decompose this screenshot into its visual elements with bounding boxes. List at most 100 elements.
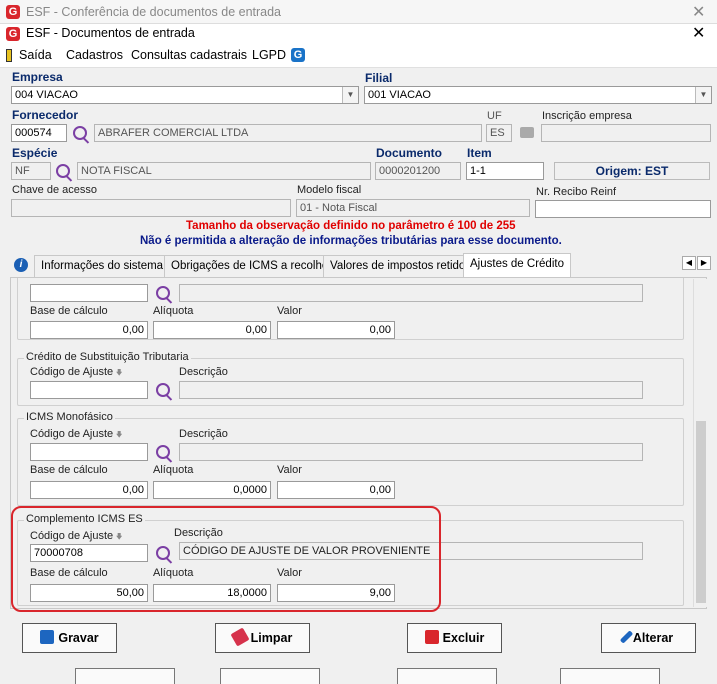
window-title-bar: G ESF - Documentos de entrada ✕ — [0, 24, 717, 44]
chave-label: Chave de acesso — [12, 184, 97, 196]
observation-warning: Tamanho da observação definido no parâme… — [186, 220, 516, 232]
codigo-ajuste-label-mono: Código de Ajuste — [30, 428, 123, 440]
floppy-disk-icon — [40, 630, 55, 644]
empresa-select[interactable]: 004 VIACAO ▼ — [11, 86, 359, 104]
lgpd-logo-icon[interactable]: G — [291, 48, 305, 62]
alterar-button[interactable]: Alterar — [601, 623, 696, 653]
descricao-field-top — [179, 284, 643, 302]
descricao-field-st — [179, 381, 643, 399]
empresa-label: Empresa — [12, 70, 63, 84]
codigo-ajuste-label-text: Código de Ajuste — [30, 366, 114, 378]
valor-label-top: Valor — [277, 305, 302, 317]
search-icon[interactable] — [73, 126, 87, 140]
descricao-label-st: Descrição — [179, 366, 228, 378]
outer-title-bar: G ESF - Conferência de documentos de ent… — [0, 0, 717, 24]
limpar-button[interactable]: Limpar — [215, 623, 310, 653]
base-input-mono[interactable]: 0,00 — [30, 481, 148, 499]
limpar-label: Limpar — [250, 631, 293, 645]
highlight-box — [11, 506, 441, 612]
aliquota-input-top[interactable]: 0,00 — [153, 321, 271, 339]
documento-label: Documento — [376, 146, 442, 160]
exit-door-icon — [6, 49, 12, 62]
aliquota-label-top: Alíquota — [153, 305, 194, 317]
arrow-down-icon — [116, 430, 123, 438]
info-icon: i — [14, 258, 28, 272]
valor-input-top[interactable]: 0,00 — [277, 321, 395, 339]
recibo-field[interactable] — [535, 200, 711, 218]
tab-informacoes-sistema[interactable]: Informações do sistema — [34, 255, 171, 277]
especie-code-field: NF — [11, 162, 51, 180]
menu-lgpd[interactable]: LGPD — [252, 48, 286, 62]
item-field[interactable]: 1-1 — [466, 162, 544, 180]
outer-window-title: ESF - Conferência de documentos de entra… — [26, 5, 282, 19]
tab-obrigacoes-icms[interactable]: Obrigações de ICMS a recolher — [164, 255, 340, 277]
filial-label: Filial — [365, 71, 393, 85]
excluir-label: Excluir — [442, 631, 485, 645]
aliquota-label-mono: Alíquota — [153, 464, 194, 476]
menu-cadastros[interactable]: Cadastros — [66, 48, 123, 62]
codigo-ajuste-input-st[interactable] — [30, 381, 148, 399]
eraser-icon[interactable] — [520, 127, 534, 138]
search-icon[interactable] — [156, 383, 170, 397]
inscricao-label: Inscrição empresa — [542, 110, 632, 122]
arrow-down-icon — [116, 368, 123, 376]
modelo-field: 01 - Nota Fiscal — [296, 199, 530, 217]
gravar-button[interactable]: Gravar — [22, 623, 117, 653]
chevron-down-icon[interactable]: ▼ — [342, 87, 358, 103]
documento-field: 0000201200 — [375, 162, 461, 180]
partial-button-3[interactable] — [397, 668, 497, 684]
chave-field — [11, 199, 291, 217]
filial-select[interactable]: 001 VIACAO ▼ — [364, 86, 712, 104]
close-icon[interactable]: ✕ — [692, 23, 705, 43]
partial-button-1[interactable] — [75, 668, 175, 684]
origem-badge: Origem: EST — [554, 162, 710, 180]
filial-value: 001 VIACAO — [368, 89, 431, 101]
item-label: Item — [467, 146, 492, 160]
valor-label-mono: Valor — [277, 464, 302, 476]
partial-button-2[interactable] — [220, 668, 320, 684]
recibo-label: Nr. Recibo Reinf — [536, 186, 617, 198]
gravar-label: Gravar — [58, 631, 99, 645]
codigo-ajuste-label-text: Código de Ajuste — [30, 428, 114, 440]
codigo-ajuste-input-mono[interactable] — [30, 443, 148, 461]
codigo-ajuste-label-st: Código de Ajuste — [30, 366, 123, 378]
menu-consultas-cadastrais[interactable]: Consultas cadastrais — [131, 48, 247, 62]
tab-ajustes-credito[interactable]: Ajustes de Crédito — [463, 253, 571, 277]
especie-label: Espécie — [12, 146, 58, 160]
fornecedor-label: Fornecedor — [12, 108, 79, 122]
partial-button-4[interactable] — [560, 668, 660, 684]
app-logo-icon: G — [6, 5, 20, 19]
aliquota-input-mono[interactable]: 0,0000 — [153, 481, 271, 499]
search-icon[interactable] — [156, 445, 170, 459]
window-title: ESF - Documentos de entrada — [26, 26, 195, 40]
empresa-value: 004 VIACAO — [15, 89, 78, 101]
valor-input-mono[interactable]: 0,00 — [277, 481, 395, 499]
alterar-label: Alterar — [632, 631, 674, 645]
menu-saida[interactable]: Saída — [19, 48, 52, 62]
outer-close-icon[interactable]: ✕ — [692, 2, 705, 22]
search-icon[interactable] — [56, 164, 70, 178]
base-input-top[interactable]: 0,00 — [30, 321, 148, 339]
menu-bar: Saída Cadastros Consultas cadastrais LGP… — [0, 44, 717, 68]
excluir-button[interactable]: Excluir — [407, 623, 502, 653]
window-logo-icon: G — [6, 27, 20, 41]
inscricao-field — [541, 124, 711, 142]
descricao-label-mono: Descrição — [179, 428, 228, 440]
fornecedor-code-input[interactable]: 000574 — [11, 124, 67, 142]
tab-scroll-right-icon[interactable]: ▶ — [697, 256, 711, 270]
uf-field: ES — [486, 124, 512, 142]
codigo-ajuste-input-top[interactable] — [30, 284, 148, 302]
chevron-down-icon[interactable]: ▼ — [695, 87, 711, 103]
group-title-icms-monofasico: ICMS Monofásico — [24, 411, 115, 423]
panel-scrollbar[interactable] — [693, 279, 707, 607]
modelo-label: Modelo fiscal — [297, 184, 362, 196]
descricao-field-mono — [179, 443, 643, 461]
eraser-icon — [230, 627, 250, 647]
search-icon[interactable] — [156, 286, 170, 300]
tab-scroll-left-icon[interactable]: ◀ — [682, 256, 696, 270]
tax-edit-warning: Não é permitida a alteração de informaçõ… — [140, 235, 562, 247]
especie-name-field: NOTA FISCAL — [77, 162, 371, 180]
group-title-credito-st: Crédito de Substituição Tributaria — [24, 351, 191, 363]
scrollbar-thumb[interactable] — [696, 421, 706, 603]
tab-valores-impostos[interactable]: Valores de impostos retidos — [323, 255, 479, 277]
